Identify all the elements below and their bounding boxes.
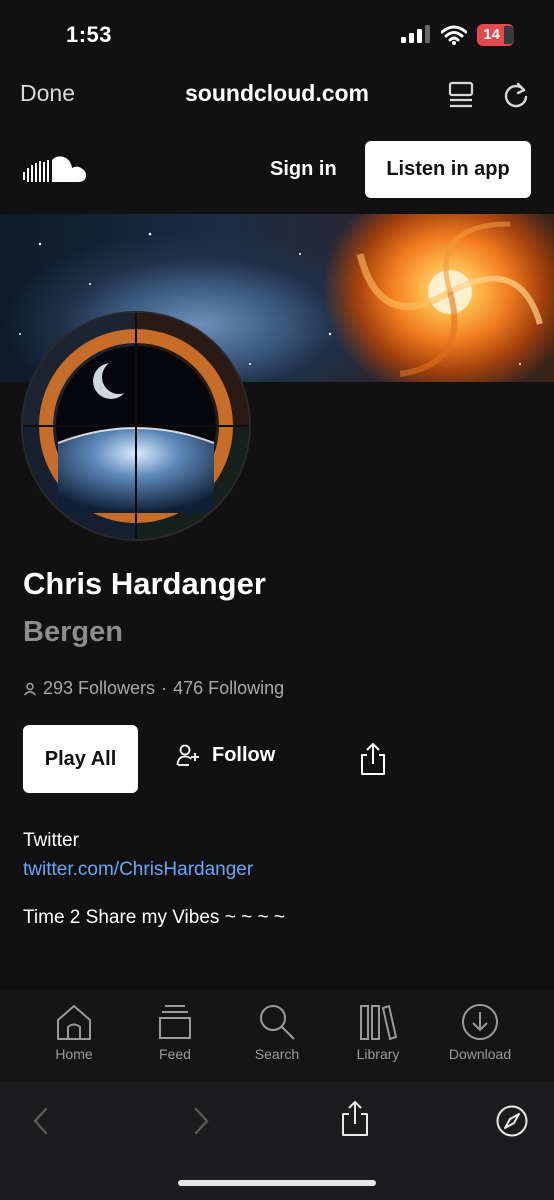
back-arrow-icon[interactable] (30, 1106, 52, 1136)
battery-indicator: 14 (477, 24, 514, 46)
done-button[interactable]: Done (20, 80, 75, 107)
tab-home[interactable]: Home (24, 1002, 124, 1062)
twitter-link[interactable]: twitter.com/ChrisHardanger (23, 859, 253, 881)
tab-download[interactable]: Download (430, 1002, 530, 1062)
follow-button[interactable]: Follow (176, 743, 275, 767)
tab-feed[interactable]: Feed (125, 1002, 225, 1062)
user-icon (23, 682, 37, 695)
profile-city: Bergen (23, 616, 123, 648)
tab-home-label: Home (55, 1046, 93, 1062)
followers-count[interactable]: 293 Followers (43, 678, 155, 699)
battery-level: 14 (483, 26, 500, 43)
tab-library-label: Library (356, 1046, 400, 1062)
tab-download-label: Download (448, 1046, 512, 1062)
follow-label: Follow (212, 743, 276, 766)
soundcloud-logo[interactable] (22, 154, 88, 186)
stats-separator: · (161, 678, 168, 698)
status-time: 1:53 (66, 22, 113, 47)
home-indicator[interactable] (178, 1180, 376, 1186)
tab-search[interactable]: Search (227, 1002, 327, 1062)
status-icons: 14 (401, 24, 514, 46)
listen-in-app-button[interactable]: Listen in app (365, 141, 531, 198)
profile-bio: Time 2 Share my Vibes ~ ~ ~ ~ (23, 907, 285, 928)
play-all-button[interactable]: Play All (23, 725, 138, 793)
reader-icon[interactable] (448, 80, 474, 110)
download-icon (462, 1004, 498, 1040)
profile-name: Chris Hardanger (23, 566, 266, 601)
share-icon[interactable] (358, 742, 388, 776)
wifi-icon (441, 25, 468, 45)
home-icon (57, 1005, 91, 1040)
avatar[interactable] (23, 313, 249, 539)
tab-library[interactable]: Library (328, 1002, 428, 1062)
following-count[interactable]: 476 Following (173, 678, 284, 699)
tab-search-label: Search (254, 1046, 300, 1062)
sign-in-link[interactable]: Sign in (270, 158, 337, 181)
avatar-image (23, 313, 249, 539)
reload-icon[interactable] (502, 80, 530, 110)
twitter-label: Twitter (23, 830, 79, 851)
tab-feed-label: Feed (159, 1046, 191, 1062)
url-text[interactable]: soundcloud.com (185, 80, 369, 106)
signal-icon (401, 25, 431, 43)
share-sheet-icon[interactable] (340, 1100, 370, 1138)
profile-stats: 293 Followers · 476 Following (23, 678, 284, 699)
library-icon (360, 1004, 398, 1041)
search-icon (260, 1005, 295, 1040)
feed-icon (159, 1005, 191, 1039)
forward-arrow-icon[interactable] (190, 1106, 212, 1136)
add-user-icon (176, 744, 199, 766)
compass-icon[interactable] (495, 1104, 529, 1138)
